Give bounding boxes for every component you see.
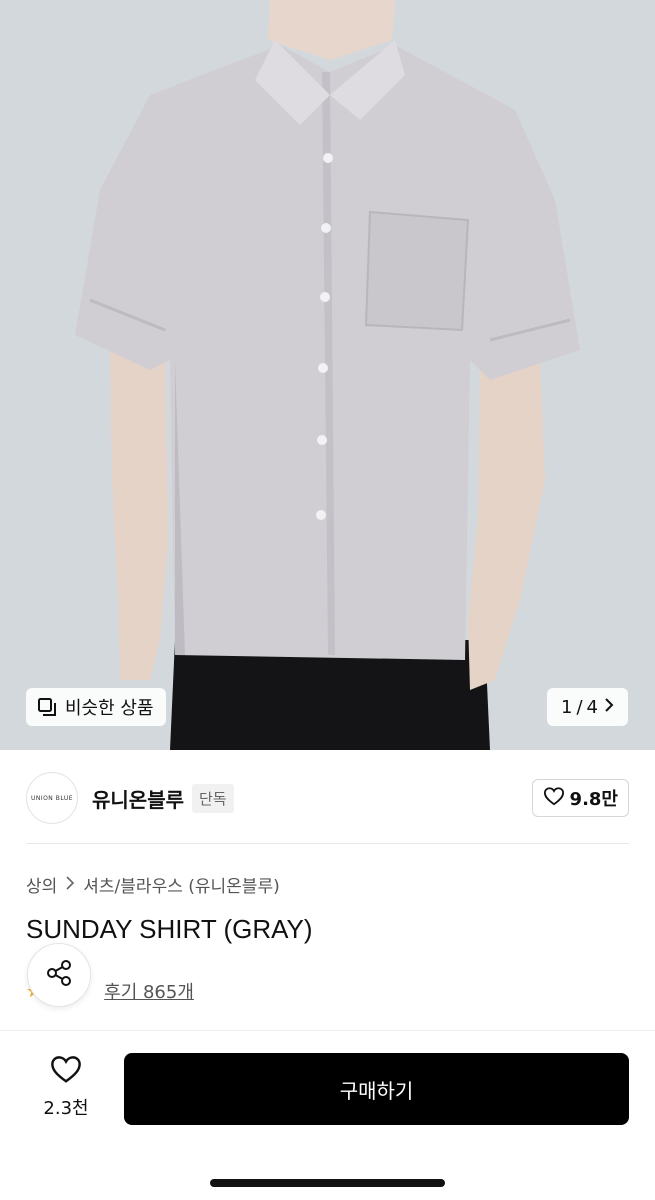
heart-outline-icon: [543, 786, 565, 811]
heart-outline-icon: [49, 1054, 83, 1088]
image-counter-separator: /: [576, 696, 583, 718]
brand-row: UNION BLUE 유니온블루 단독 9.8만: [26, 772, 629, 824]
chevron-right-icon: [65, 875, 75, 894]
buy-button[interactable]: 구매하기: [124, 1053, 629, 1125]
image-counter-current: 1: [561, 696, 573, 718]
breadcrumb-subcategory[interactable]: 셔츠/블라우스 (유니온블루): [83, 872, 279, 897]
image-counter-total: 4: [586, 696, 598, 718]
exclusive-badge: 단독: [192, 783, 234, 813]
breadcrumb-category[interactable]: 상의: [26, 872, 57, 897]
brand-logo-text: UNION BLUE: [30, 794, 74, 802]
product-title: SUNDAY SHIRT (GRAY): [26, 914, 313, 944]
similar-products-icon: [36, 696, 58, 718]
brand-like-button[interactable]: 9.8만: [531, 779, 629, 817]
product-image[interactable]: 비슷한 상품 1 / 4: [0, 0, 655, 750]
brand-name[interactable]: 유니온블루: [92, 784, 184, 813]
share-icon: [44, 958, 74, 992]
wishlist-count: 2.3천: [43, 1098, 89, 1119]
chevron-right-icon: [602, 697, 616, 718]
product-photo: [0, 0, 655, 750]
breadcrumb: 상의 셔츠/블라우스 (유니온블루): [26, 872, 280, 897]
divider: [26, 843, 629, 844]
share-button[interactable]: [27, 943, 91, 1007]
similar-products-label: 비슷한 상품: [65, 698, 154, 719]
home-indicator: [210, 1179, 445, 1187]
wishlist-button[interactable]: 2.3천: [30, 1054, 102, 1120]
similar-products-button[interactable]: 비슷한 상품: [26, 688, 166, 726]
image-counter[interactable]: 1 / 4: [547, 688, 628, 726]
brand-like-count: 9.8만: [569, 789, 618, 810]
review-count-link[interactable]: 후기 865개: [104, 978, 194, 1004]
brand-logo[interactable]: UNION BLUE: [26, 772, 78, 824]
bottom-bar-divider: [0, 1030, 655, 1031]
